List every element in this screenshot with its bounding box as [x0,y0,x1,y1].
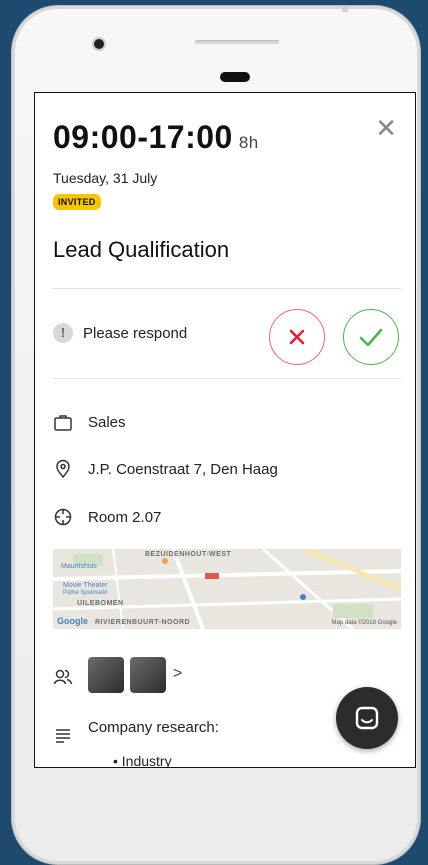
map-place-label: Movie Theater [63,582,108,589]
chevron-right-icon[interactable]: > [173,665,182,683]
decline-button[interactable] [269,309,325,365]
status-badge: INVITED [53,194,101,210]
location-pin-icon [56,459,70,479]
respond-prompt: Please respond [83,325,188,342]
map-place-label: Mauritshuis [61,563,97,570]
room-icon [54,508,72,526]
close-icon[interactable]: ✕ [375,115,397,141]
notes-bullet: • Industry [113,753,172,768]
event-room: Room 2.07 [88,509,162,526]
exclamation-icon: ! [53,323,73,343]
avatar[interactable] [88,657,124,693]
briefcase-icon [54,415,72,431]
event-date: Tuesday, 31 July [53,170,158,186]
notes-heading: Company research: [88,719,219,736]
notes-icon [56,729,70,743]
attendees-icon [53,669,73,685]
earpiece-speaker [195,40,279,44]
chat-button[interactable] [336,687,398,749]
map-place-label: Pathé Spuimarkt [63,590,108,596]
location-map[interactable]: BEZUIDENHOUT-WEST Mauritshuis Movie Thea… [53,549,401,629]
event-detail-screen: 09:00-17:00 8h ✕ Tuesday, 31 July INVITED… [34,92,416,768]
map-credit: Map data ©2018 Google [331,620,397,626]
event-duration: 8h [238,133,259,152]
chat-icon [355,706,379,730]
accept-button[interactable] [343,309,399,365]
map-district-label: BEZUIDENHOUT-WEST [145,551,232,558]
event-time: 09:00-17:00 8h [53,119,259,156]
checkmark-icon [359,328,383,347]
close-icon [289,329,305,345]
map-district-label: RIVIERENBUURT-NOORD [95,619,191,626]
event-title: Lead Qualification [53,237,230,262]
event-category: Sales [88,414,126,431]
map-roads [53,549,401,629]
google-logo: Google [57,616,88,626]
power-button [342,6,348,12]
notes-bullet-text: Industry [121,753,172,768]
event-address[interactable]: J.P. Coenstraat 7, Den Haag [88,461,278,478]
proximity-sensor [220,72,250,82]
event-time-range: 09:00-17:00 [53,119,233,155]
divider [53,378,401,379]
avatar[interactable] [130,657,166,693]
map-district-label: UILEBOMEN [77,600,124,607]
front-camera [94,39,104,49]
divider [53,288,401,289]
